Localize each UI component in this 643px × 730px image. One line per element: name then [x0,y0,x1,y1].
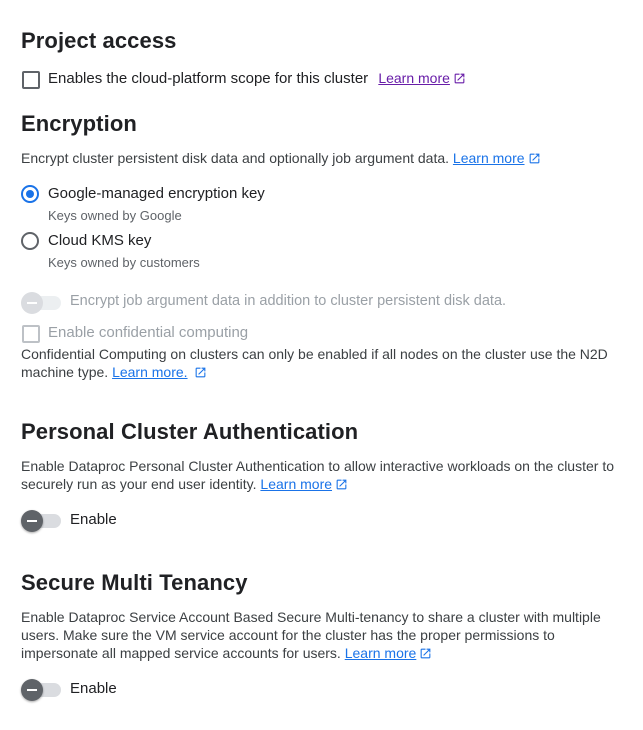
personal-auth-learn-more-text: Learn more [260,476,333,492]
personal-auth-enable-toggle[interactable] [21,508,63,532]
confidential-learn-more-text: Learn more. [112,364,188,380]
personal-auth-description: Enable Dataproc Personal Cluster Authent… [21,457,614,493]
encrypt-job-args-toggle[interactable] [21,290,63,314]
encryption-learn-more-link[interactable]: Learn more [453,150,541,166]
personal-auth-desc-line2: securely run as your end user identity. [21,476,257,492]
project-access-learn-more-link[interactable]: Learn more [378,70,466,86]
open-in-new-icon [420,648,431,659]
smt-learn-more-text: Learn more [344,645,417,661]
open-in-new-icon [336,479,347,490]
google-managed-key-radio[interactable] [21,185,39,203]
confidential-note-line1: Confidential Computing on clusters can o… [21,346,608,362]
cloud-platform-scope-label-text: Enables the cloud-platform scope for thi… [48,70,369,87]
open-in-new-icon [529,153,539,164]
encryption-learn-more-text: Learn more [452,150,525,166]
encrypt-job-args-label: Encrypt job argument data in addition to… [70,293,507,309]
encryption-description: Encrypt cluster persistent disk data and… [21,149,541,167]
smt-desc-line1: Enable Dataproc Service Account Based Se… [21,609,601,625]
personal-auth-title: Personal Cluster Authentication [21,419,359,444]
google-managed-key-label: Google-managed encryption key [48,185,265,202]
cloud-platform-scope-label: Enables the cloud-platform scope for thi… [48,70,466,87]
project-access-learn-more-text: Learn more [378,70,450,86]
personal-auth-learn-more-link[interactable]: Learn more [260,476,348,492]
confidential-computing-note: Confidential Computing on clusters can o… [21,345,608,381]
google-managed-key-sublabel: Keys owned by Google [48,208,182,223]
open-in-new-icon [454,73,465,84]
cloud-platform-scope-checkbox[interactable] [22,71,40,89]
cloud-kms-key-label: Cloud KMS key [48,232,152,249]
confidential-computing-label: Enable confidential computing [48,324,249,341]
cloud-kms-key-radio[interactable] [21,232,39,250]
confidential-computing-checkbox[interactable] [22,325,40,343]
toggle-thumb [21,510,43,532]
confidential-note-line2: machine type. [21,364,109,380]
project-access-title: Project access [21,28,177,53]
encryption-title: Encryption [21,111,137,136]
smt-desc-line3: impersonate all mapped service accounts … [21,645,341,661]
open-in-new-icon[interactable] [194,366,207,379]
secure-multi-tenancy-title: Secure Multi Tenancy [21,570,248,595]
personal-auth-desc-line1: Enable Dataproc Personal Cluster Authent… [21,458,614,474]
secure-multi-tenancy-enable-label: Enable [70,680,117,697]
smt-desc-line2: users. Make sure the VM service account … [21,627,555,643]
toggle-thumb [21,292,43,314]
secure-multi-tenancy-enable-toggle[interactable] [21,677,63,701]
smt-learn-more-link[interactable]: Learn more [345,645,433,661]
encryption-description-text: Encrypt cluster persistent disk data and… [21,150,450,166]
toggle-thumb [21,679,43,701]
confidential-learn-more-link[interactable]: Learn more. [112,364,187,380]
cloud-kms-key-sublabel: Keys owned by customers [48,255,200,270]
personal-auth-enable-label: Enable [70,511,117,528]
secure-multi-tenancy-description: Enable Dataproc Service Account Based Se… [21,608,601,662]
